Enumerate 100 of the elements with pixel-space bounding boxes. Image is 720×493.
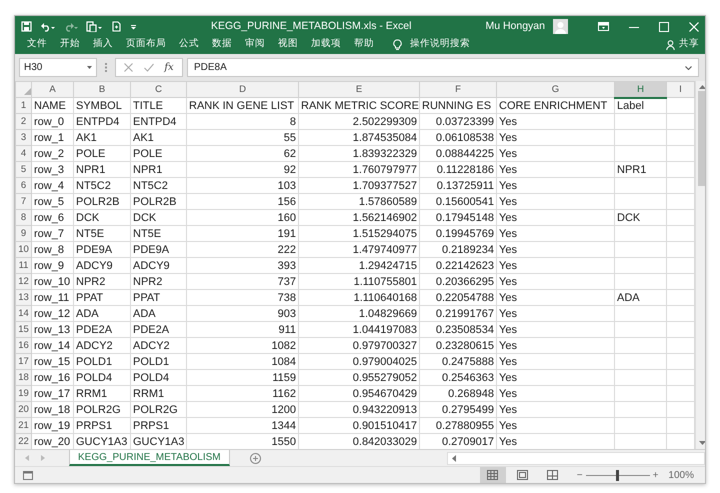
ribbon-tab[interactable]: 加载项	[311, 37, 341, 52]
row-header[interactable]: 7	[16, 194, 32, 210]
formula-field[interactable]: PDE8A	[187, 58, 699, 77]
save-icon[interactable]	[21, 21, 32, 32]
ribbon-tab[interactable]: 视图	[278, 37, 298, 52]
tell-me-search[interactable]: 操作说明搜索	[410, 37, 470, 52]
table-cell: Yes	[496, 274, 614, 290]
table-cell: POLD1	[130, 354, 186, 370]
scrollbar-thumb[interactable]	[698, 91, 705, 186]
row-header[interactable]: 20	[16, 402, 32, 418]
horizontal-scrollbar[interactable]	[447, 452, 705, 464]
row-header[interactable]: 11	[16, 258, 32, 274]
column-header[interactable]: F	[420, 82, 496, 98]
name-box[interactable]: H30	[19, 58, 97, 77]
zoom-in-button[interactable]: +	[650, 468, 662, 482]
table-cell: row_18	[32, 402, 74, 418]
table-cell: 1344	[186, 418, 298, 434]
table-cell: 1159	[186, 370, 298, 386]
sheet-tab[interactable]: KEGG_PURINE_METABOLISM	[69, 450, 230, 466]
column-header[interactable]: G	[496, 82, 614, 98]
insert-function-button[interactable]: fx	[164, 60, 174, 75]
column-header[interactable]: E	[298, 82, 420, 98]
table-cell: NPR2	[74, 274, 130, 290]
table-cell: 1.110640168	[298, 290, 420, 306]
column-header[interactable]: I	[666, 82, 694, 98]
table-cell: POLR2G	[130, 402, 186, 418]
table-cell: 903	[186, 306, 298, 322]
lightbulb-icon[interactable]	[393, 38, 402, 50]
table-cell: 0.2795499	[420, 402, 496, 418]
table-cell: 0.955279052	[298, 370, 420, 386]
ribbon-tab[interactable]: 数据	[212, 37, 232, 52]
close-icon[interactable]	[689, 22, 699, 32]
add-sheet-icon[interactable]	[250, 452, 261, 464]
row-header[interactable]: 3	[16, 130, 32, 146]
table-cell: 0.08844225	[420, 146, 496, 162]
new-file-icon[interactable]	[111, 21, 122, 32]
undo-icon[interactable]	[40, 21, 55, 32]
scroll-up-icon[interactable]	[698, 84, 705, 89]
zoom-level[interactable]: 100%	[665, 468, 697, 482]
column-header[interactable]: H	[614, 82, 666, 98]
ribbon-tab[interactable]: 插入	[93, 37, 113, 52]
vertical-scrollbar[interactable]	[695, 81, 705, 449]
row-header[interactable]: 6	[16, 178, 32, 194]
ribbon-tab[interactable]: 开始	[60, 37, 80, 52]
zoom-out-button[interactable]: −	[574, 468, 586, 482]
table-cell: RANK METRIC SCORE	[298, 98, 420, 114]
ribbon-tab[interactable]: 公式	[179, 37, 199, 52]
row-header[interactable]: 12	[16, 274, 32, 290]
row-header[interactable]: 15	[16, 322, 32, 338]
table-cell: 0.03723399	[420, 114, 496, 130]
caret-icon[interactable]	[685, 66, 692, 70]
ribbon-tab[interactable]: 帮助	[354, 37, 374, 52]
row-header[interactable]: 16	[16, 338, 32, 354]
row-header[interactable]: 19	[16, 386, 32, 402]
macro-record-icon[interactable]	[23, 470, 33, 480]
page-layout-icon	[517, 470, 528, 480]
redo-icon[interactable]	[63, 21, 78, 32]
table-cell: RUNNING ES	[420, 98, 496, 114]
table-cell: Yes	[496, 322, 614, 338]
table-cell: POLE	[130, 146, 186, 162]
maximize-icon[interactable]	[659, 22, 669, 32]
table-cell: 1.57860589	[298, 194, 420, 210]
row-header[interactable]: 4	[16, 146, 32, 162]
row-header[interactable]: 9	[16, 226, 32, 242]
row-header[interactable]: 17	[16, 354, 32, 370]
table-cell: row_1	[32, 130, 74, 146]
row-header[interactable]: 21	[16, 418, 32, 434]
table-cell: row_5	[32, 194, 74, 210]
zoom-slider-thumb[interactable]	[616, 470, 620, 480]
ribbon-display-icon[interactable]	[598, 22, 609, 31]
row-header[interactable]: 5	[16, 162, 32, 178]
column-header[interactable]: C	[130, 82, 186, 98]
row-header[interactable]: 13	[16, 290, 32, 306]
column-header[interactable]: B	[74, 82, 130, 98]
touch-mode-icon[interactable]	[86, 21, 103, 32]
row-header[interactable]: 2	[16, 114, 32, 130]
user-name: Mu Hongyan	[485, 18, 545, 34]
column-header[interactable]: A	[32, 82, 74, 98]
normal-view-button[interactable]	[480, 467, 506, 483]
row-header[interactable]: 10	[16, 242, 32, 258]
table-cell: Yes	[496, 226, 614, 242]
table-cell: Yes	[496, 210, 614, 226]
row-header[interactable]: 8	[16, 210, 32, 226]
row-header[interactable]: 18	[16, 370, 32, 386]
ribbon-tab[interactable]: 文件	[27, 37, 47, 52]
table-cell: Yes	[496, 402, 614, 418]
row-header[interactable]: 22	[16, 434, 32, 449]
scroll-down-icon[interactable]	[698, 441, 705, 446]
row-header[interactable]: 1	[16, 98, 32, 114]
table-cell: CORE ENRICHMENT	[496, 98, 614, 114]
share-button[interactable]: 共享	[679, 37, 699, 52]
column-header[interactable]: D	[186, 82, 298, 98]
table-cell: TITLE	[130, 98, 186, 114]
scroll-left-icon[interactable]	[451, 454, 456, 462]
row-header[interactable]: 14	[16, 306, 32, 322]
ribbon-tab[interactable]: 审阅	[245, 37, 265, 52]
table-cell: Yes	[496, 290, 614, 306]
person-icon[interactable]	[666, 40, 675, 50]
ribbon-tab[interactable]: 页面布局	[126, 37, 166, 52]
caret-icon[interactable]	[87, 66, 92, 69]
